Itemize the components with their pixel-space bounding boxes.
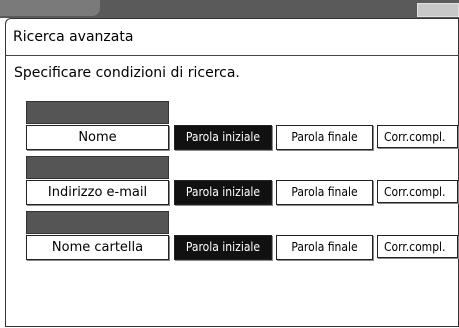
nome-parola-iniziale-button[interactable]: Parola iniziale bbox=[174, 125, 272, 150]
email-field-button[interactable]: Indirizzo e-mail bbox=[26, 180, 169, 205]
cartella-parola-iniziale-button[interactable]: Parola iniziale bbox=[174, 235, 272, 260]
top-header-bar bbox=[0, 0, 459, 18]
nome-field-button[interactable]: Nome bbox=[26, 125, 169, 150]
email-value-field[interactable] bbox=[26, 156, 169, 179]
nome-corr-compl-button[interactable]: Corr.compl. bbox=[377, 125, 458, 148]
nome-parola-finale-button[interactable]: Parola finale bbox=[276, 125, 373, 150]
cartella-corr-compl-button[interactable]: Corr.compl. bbox=[377, 235, 458, 258]
advanced-search-panel: Ricerca avanzata Specificare condizioni … bbox=[5, 18, 459, 327]
search-row-email: Indirizzo e-mail Parola iniziale Parola … bbox=[6, 156, 458, 208]
cartella-parola-finale-button[interactable]: Parola finale bbox=[276, 235, 373, 260]
panel-title: Ricerca avanzata bbox=[13, 29, 134, 45]
search-row-nome: Nome Parola iniziale Parola finale Corr.… bbox=[6, 101, 458, 153]
email-corr-compl-button[interactable]: Corr.compl. bbox=[377, 180, 458, 203]
email-parola-finale-button[interactable]: Parola finale bbox=[276, 180, 373, 205]
panel-title-bar: Ricerca avanzata bbox=[6, 19, 458, 56]
header-right-edge bbox=[417, 3, 459, 17]
cartella-field-button[interactable]: Nome cartella bbox=[26, 235, 169, 260]
nome-value-field[interactable] bbox=[26, 101, 169, 124]
header-tab bbox=[0, 0, 100, 16]
search-row-cartella: Nome cartella Parola iniziale Parola fin… bbox=[6, 211, 458, 263]
instruction-text: Specificare condizioni di ricerca. bbox=[14, 65, 240, 81]
cartella-value-field[interactable] bbox=[26, 211, 169, 234]
email-parola-iniziale-button[interactable]: Parola iniziale bbox=[174, 180, 272, 205]
